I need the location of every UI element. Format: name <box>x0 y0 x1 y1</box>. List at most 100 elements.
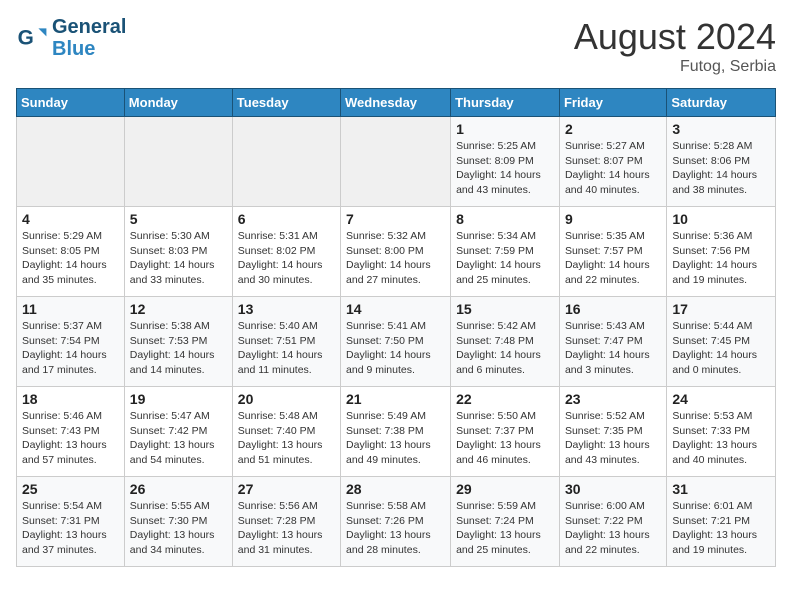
day-cell: 10 Sunrise: 5:36 AM Sunset: 7:56 PM Dayli… <box>667 207 776 297</box>
location-title: Futog, Serbia <box>574 58 776 76</box>
day-cell: 19 Sunrise: 5:47 AM Sunset: 7:42 PM Dayli… <box>124 387 232 477</box>
day-info: Sunrise: 5:27 AM Sunset: 8:07 PM Dayligh… <box>565 139 661 198</box>
day-cell: 13 Sunrise: 5:40 AM Sunset: 7:51 PM Dayli… <box>232 297 340 387</box>
page-header: G General Blue August 2024 Futog, Serbia <box>16 16 776 76</box>
day-cell: 15 Sunrise: 5:42 AM Sunset: 7:48 PM Dayli… <box>451 297 560 387</box>
logo-icon: G <box>16 22 48 54</box>
weekday-header-thursday: Thursday <box>451 89 560 117</box>
day-cell: 16 Sunrise: 5:43 AM Sunset: 7:47 PM Dayli… <box>559 297 666 387</box>
day-cell: 4Sunrise: 5:29 AM Sunset: 8:05 PM Daylig… <box>17 207 125 297</box>
day-number: 18 <box>22 391 119 407</box>
day-info: Sunrise: 5:32 AM Sunset: 8:00 PM Dayligh… <box>346 229 445 288</box>
day-cell: 2 Sunrise: 5:27 AM Sunset: 8:07 PM Daylig… <box>559 117 666 207</box>
weekday-header-tuesday: Tuesday <box>232 89 340 117</box>
day-cell: 29 Sunrise: 5:59 AM Sunset: 7:24 PM Dayli… <box>451 477 560 567</box>
day-info: Sunrise: 5:31 AM Sunset: 8:02 PM Dayligh… <box>238 229 335 288</box>
day-number: 17 <box>672 301 770 317</box>
day-number: 28 <box>346 481 445 497</box>
day-cell: 30Sunrise: 6:00 AM Sunset: 7:22 PM Dayli… <box>559 477 666 567</box>
day-info: Sunrise: 5:54 AM Sunset: 7:31 PM Dayligh… <box>22 499 119 558</box>
day-cell: 21 Sunrise: 5:49 AM Sunset: 7:38 PM Dayli… <box>341 387 451 477</box>
day-cell: 6 Sunrise: 5:31 AM Sunset: 8:02 PM Daylig… <box>232 207 340 297</box>
day-number: 24 <box>672 391 770 407</box>
day-info: Sunrise: 5:25 AM Sunset: 8:09 PM Dayligh… <box>456 139 554 198</box>
day-number: 1 <box>456 121 554 137</box>
day-cell: 9 Sunrise: 5:35 AM Sunset: 7:57 PM Daylig… <box>559 207 666 297</box>
day-number: 14 <box>346 301 445 317</box>
day-number: 27 <box>238 481 335 497</box>
day-cell <box>232 117 340 207</box>
weekday-header-saturday: Saturday <box>667 89 776 117</box>
weekday-header-row: SundayMondayTuesdayWednesdayThursdayFrid… <box>17 89 776 117</box>
logo: G General Blue <box>16 16 126 60</box>
day-info: Sunrise: 5:37 AM Sunset: 7:54 PM Dayligh… <box>22 319 119 378</box>
day-number: 8 <box>456 211 554 227</box>
day-info: Sunrise: 5:58 AM Sunset: 7:26 PM Dayligh… <box>346 499 445 558</box>
weekday-header-friday: Friday <box>559 89 666 117</box>
day-info: Sunrise: 5:44 AM Sunset: 7:45 PM Dayligh… <box>672 319 770 378</box>
day-info: Sunrise: 5:40 AM Sunset: 7:51 PM Dayligh… <box>238 319 335 378</box>
day-cell: 27 Sunrise: 5:56 AM Sunset: 7:28 PM Dayli… <box>232 477 340 567</box>
day-cell: 20Sunrise: 5:48 AM Sunset: 7:40 PM Dayli… <box>232 387 340 477</box>
day-number: 9 <box>565 211 661 227</box>
day-number: 29 <box>456 481 554 497</box>
day-number: 19 <box>130 391 227 407</box>
day-cell: 17 Sunrise: 5:44 AM Sunset: 7:45 PM Dayli… <box>667 297 776 387</box>
day-number: 12 <box>130 301 227 317</box>
day-number: 21 <box>346 391 445 407</box>
day-cell <box>341 117 451 207</box>
day-info: Sunrise: 5:56 AM Sunset: 7:28 PM Dayligh… <box>238 499 335 558</box>
day-number: 16 <box>565 301 661 317</box>
day-cell: 5Sunrise: 5:30 AM Sunset: 8:03 PM Daylig… <box>124 207 232 297</box>
day-info: Sunrise: 5:52 AM Sunset: 7:35 PM Dayligh… <box>565 409 661 468</box>
day-number: 15 <box>456 301 554 317</box>
day-number: 11 <box>22 301 119 317</box>
day-cell: 1 Sunrise: 5:25 AM Sunset: 8:09 PM Daylig… <box>451 117 560 207</box>
day-cell: 14 Sunrise: 5:41 AM Sunset: 7:50 PM Dayli… <box>341 297 451 387</box>
day-info: Sunrise: 5:46 AM Sunset: 7:43 PM Dayligh… <box>22 409 119 468</box>
day-number: 2 <box>565 121 661 137</box>
month-year-title: August 2024 <box>574 16 776 58</box>
week-row-3: 11 Sunrise: 5:37 AM Sunset: 7:54 PM Dayli… <box>17 297 776 387</box>
day-info: Sunrise: 5:53 AM Sunset: 7:33 PM Dayligh… <box>672 409 770 468</box>
day-info: Sunrise: 5:47 AM Sunset: 7:42 PM Dayligh… <box>130 409 227 468</box>
day-number: 13 <box>238 301 335 317</box>
title-block: August 2024 Futog, Serbia <box>574 16 776 76</box>
day-info: Sunrise: 5:59 AM Sunset: 7:24 PM Dayligh… <box>456 499 554 558</box>
day-info: Sunrise: 5:50 AM Sunset: 7:37 PM Dayligh… <box>456 409 554 468</box>
day-info: Sunrise: 5:49 AM Sunset: 7:38 PM Dayligh… <box>346 409 445 468</box>
day-cell: 31Sunrise: 6:01 AM Sunset: 7:21 PM Dayli… <box>667 477 776 567</box>
day-number: 23 <box>565 391 661 407</box>
week-row-4: 18 Sunrise: 5:46 AM Sunset: 7:43 PM Dayli… <box>17 387 776 477</box>
day-cell: 11 Sunrise: 5:37 AM Sunset: 7:54 PM Dayli… <box>17 297 125 387</box>
day-cell: 26 Sunrise: 5:55 AM Sunset: 7:30 PM Dayli… <box>124 477 232 567</box>
day-number: 10 <box>672 211 770 227</box>
day-cell: 22 Sunrise: 5:50 AM Sunset: 7:37 PM Dayli… <box>451 387 560 477</box>
day-number: 22 <box>456 391 554 407</box>
svg-text:G: G <box>18 26 34 49</box>
week-row-5: 25 Sunrise: 5:54 AM Sunset: 7:31 PM Dayli… <box>17 477 776 567</box>
week-row-2: 4Sunrise: 5:29 AM Sunset: 8:05 PM Daylig… <box>17 207 776 297</box>
day-number: 25 <box>22 481 119 497</box>
day-info: Sunrise: 5:41 AM Sunset: 7:50 PM Dayligh… <box>346 319 445 378</box>
day-info: Sunrise: 5:42 AM Sunset: 7:48 PM Dayligh… <box>456 319 554 378</box>
day-number: 26 <box>130 481 227 497</box>
day-info: Sunrise: 5:38 AM Sunset: 7:53 PM Dayligh… <box>130 319 227 378</box>
day-cell: 7Sunrise: 5:32 AM Sunset: 8:00 PM Daylig… <box>341 207 451 297</box>
day-info: Sunrise: 5:43 AM Sunset: 7:47 PM Dayligh… <box>565 319 661 378</box>
day-number: 6 <box>238 211 335 227</box>
day-cell: 24 Sunrise: 5:53 AM Sunset: 7:33 PM Dayli… <box>667 387 776 477</box>
week-row-1: 1 Sunrise: 5:25 AM Sunset: 8:09 PM Daylig… <box>17 117 776 207</box>
day-info: Sunrise: 5:35 AM Sunset: 7:57 PM Dayligh… <box>565 229 661 288</box>
day-number: 30 <box>565 481 661 497</box>
day-info: Sunrise: 5:55 AM Sunset: 7:30 PM Dayligh… <box>130 499 227 558</box>
logo-text: General <box>52 16 126 38</box>
day-number: 31 <box>672 481 770 497</box>
logo-subtext: Blue <box>52 38 126 60</box>
day-info: Sunrise: 5:36 AM Sunset: 7:56 PM Dayligh… <box>672 229 770 288</box>
day-cell: 12 Sunrise: 5:38 AM Sunset: 7:53 PM Dayli… <box>124 297 232 387</box>
day-info: Sunrise: 5:28 AM Sunset: 8:06 PM Dayligh… <box>672 139 770 198</box>
day-info: Sunrise: 5:48 AM Sunset: 7:40 PM Dayligh… <box>238 409 335 468</box>
day-cell: 18 Sunrise: 5:46 AM Sunset: 7:43 PM Dayli… <box>17 387 125 477</box>
weekday-header-monday: Monday <box>124 89 232 117</box>
